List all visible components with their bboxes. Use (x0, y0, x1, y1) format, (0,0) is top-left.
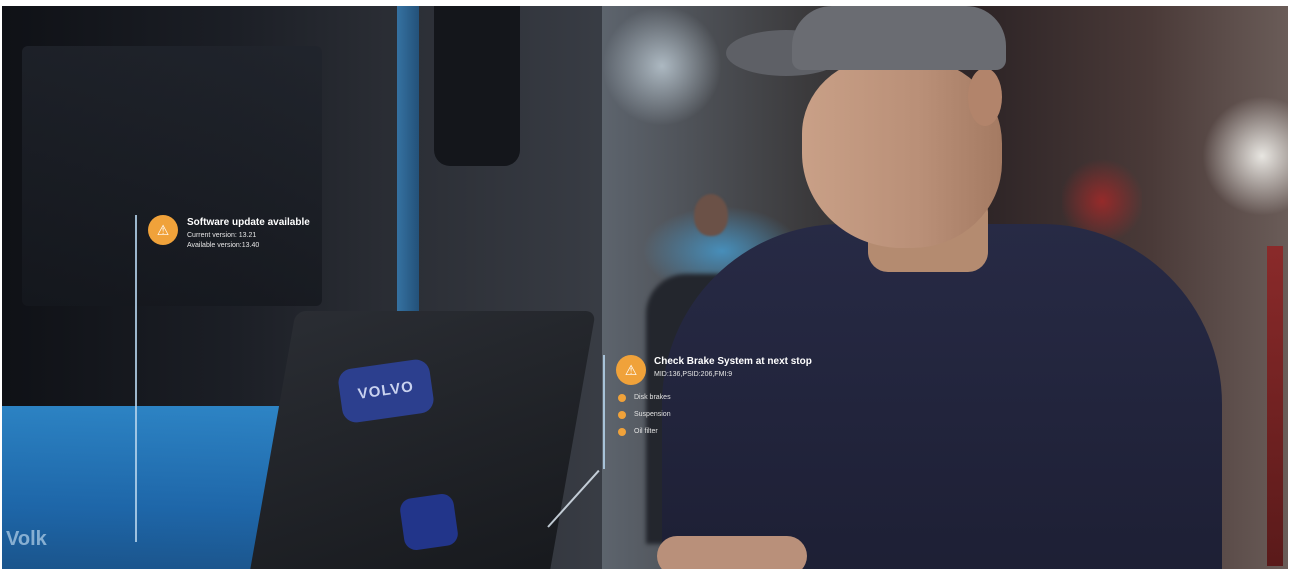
check-item-oil-filter: Oil filter (634, 428, 658, 435)
cap (792, 6, 1006, 70)
bullet-dot (618, 394, 626, 402)
bus-side-panel (397, 6, 419, 336)
bus-mirror (434, 6, 520, 166)
warning-icon: ⚠ (156, 222, 170, 238)
window-light (1202, 96, 1288, 216)
current-version: Current version: 13.21 (187, 232, 257, 239)
mechanic-sweater (662, 224, 1222, 569)
bullet-dot (618, 411, 626, 419)
red-pillar (1267, 246, 1283, 566)
check-item-suspension: Suspension (634, 411, 671, 418)
bus-lettering: Volk (6, 528, 47, 550)
check-item-disk-brakes: Disk brakes (634, 394, 671, 401)
available-version: Available version:13.40 (187, 242, 260, 249)
brake-codes: MID:136,PSID:206,FMI:9 (654, 371, 733, 378)
software-warning-badge: ⚠ (148, 215, 178, 245)
software-update-title: Software update available (187, 217, 310, 228)
brake-callout-line (603, 355, 605, 469)
bullet-dot (618, 428, 626, 436)
mechanic-ear (968, 68, 1002, 126)
warning-icon: ⚠ (624, 362, 638, 378)
software-callout-line (135, 215, 137, 542)
laptop-pad (398, 492, 460, 552)
photo-frame: Volk VOLVO ⚠ Software update available C… (2, 6, 1288, 569)
brake-warning-badge: ⚠ (616, 355, 646, 385)
mechanic-hand (657, 536, 807, 569)
bus-window (22, 46, 322, 306)
light-glow (602, 6, 722, 126)
background-person-head (694, 194, 728, 236)
brake-check-title: Check Brake System at next stop (654, 356, 812, 367)
